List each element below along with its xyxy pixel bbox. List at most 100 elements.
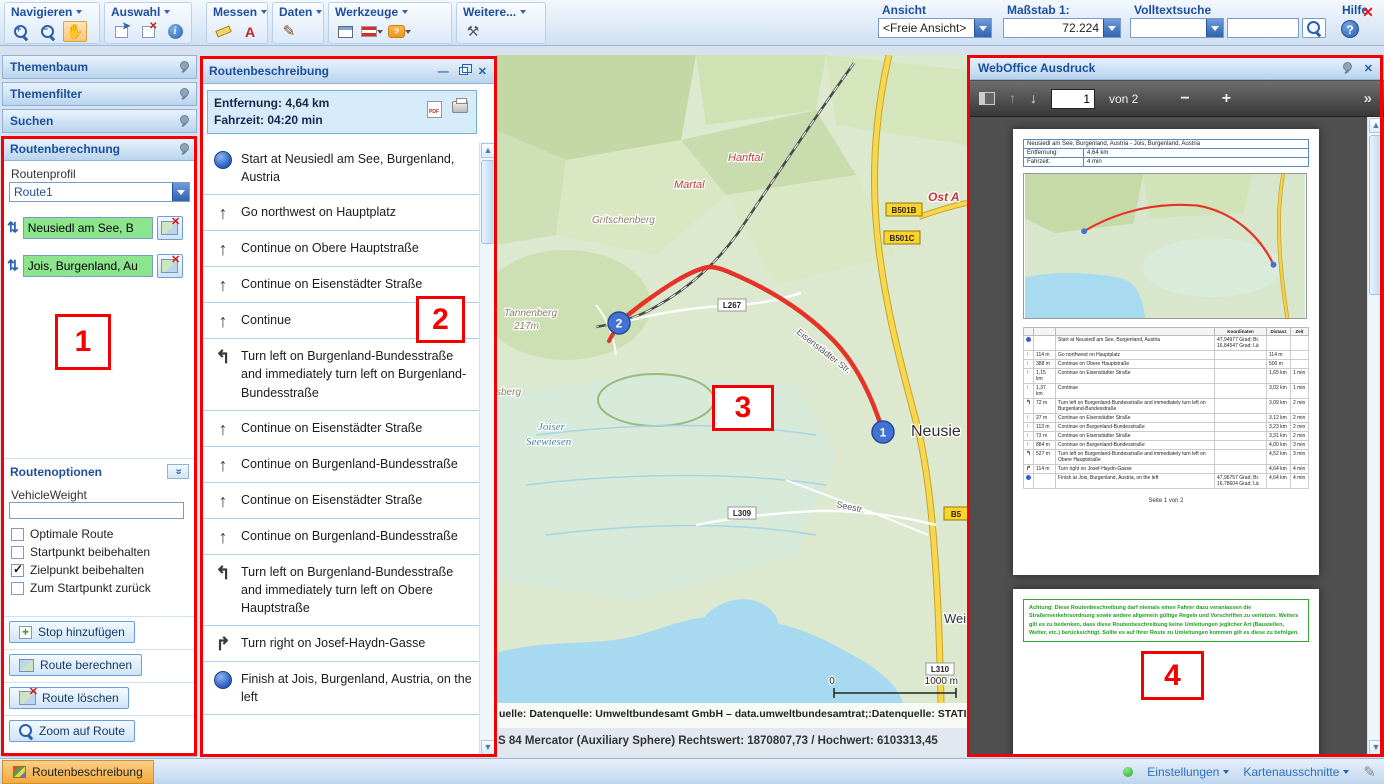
route-step[interactable]: ↑ Continue on Burgenland-Bundesstraße [201, 447, 481, 483]
sidebar-panel-themenbaum[interactable]: Themenbaum [2, 55, 197, 79]
checkbox-unchecked-icon[interactable] [11, 582, 24, 595]
next-page-icon[interactable] [1030, 90, 1037, 108]
volltextsuche-select[interactable] [1130, 18, 1224, 38]
route-marker-1[interactable]: 1 [872, 421, 894, 443]
print-icon[interactable] [452, 101, 468, 113]
pan-button[interactable] [63, 21, 87, 42]
pin-icon[interactable] [178, 115, 189, 127]
zoom-in-button[interactable]: + [9, 21, 33, 42]
measure-button[interactable] [211, 21, 235, 42]
group-label-werkzeuge[interactable]: Werkzeuge [329, 3, 451, 21]
vehicleweight-input[interactable] [9, 502, 184, 519]
edit-data-button[interactable] [277, 21, 301, 42]
route-step[interactable]: ↑ Continue on Obere Hauptstraße [201, 231, 481, 267]
reorder-stops-icon[interactable] [7, 219, 19, 237]
routenprofil-select[interactable]: Route1 [9, 182, 190, 202]
tools-button[interactable] [461, 21, 485, 42]
route-step[interactable]: Start at Neusiedl am See, Burgenland, Au… [201, 142, 481, 195]
option-startpunkt-beibehalten[interactable]: Startpunkt beibehalten [11, 545, 150, 559]
route-start-input[interactable] [23, 217, 153, 239]
route-step[interactable]: ↑ Continue on Burgenland-Bundesstraße [201, 519, 481, 555]
pin-icon[interactable] [178, 88, 189, 100]
option-zielpunkt-beibehalten[interactable]: Zielpunkt beibehalten [11, 563, 144, 577]
zoom-out-page-icon[interactable]: − [1180, 91, 1189, 107]
route-step[interactable]: ↑ Go northwest on Hauptplatz [201, 195, 481, 231]
group-label-navigieren[interactable]: Navigieren [5, 3, 99, 21]
feedback-button[interactable] [387, 21, 412, 42]
identify-button[interactable] [163, 21, 187, 42]
route-step[interactable]: Finish at Jois, Burgenland, Austria, on … [201, 662, 481, 715]
sidebar-panel-themenfilter[interactable]: Themenfilter [2, 82, 197, 106]
route-loeschen-button[interactable]: Route löschen [9, 687, 129, 709]
group-label-messen[interactable]: Messen [207, 3, 267, 21]
route-steps-scrollbar[interactable]: ▲ ▼ [479, 142, 495, 756]
route-step[interactable]: ↰ Turn left on Burgenland-Bundesstraße a… [201, 339, 481, 410]
sidebar-panel-routenberechnung[interactable]: Routenberechnung [2, 137, 197, 161]
minimize-icon[interactable] [438, 64, 449, 78]
routenbeschreibung-header[interactable]: Routenbeschreibung [201, 58, 495, 84]
ausdruck-header[interactable]: WebOffice Ausdruck [967, 55, 1384, 80]
annotate-button[interactable] [238, 21, 262, 42]
map-canvas[interactable]: B501B B501C L267 L309 B5 L310 H [496, 55, 967, 703]
route-marker-2[interactable]: 2 [608, 312, 630, 334]
massstab-select[interactable]: 72.224 [1003, 18, 1121, 38]
option-zum-startpunkt-zurueck[interactable]: Zum Startpunkt zurück [11, 581, 151, 595]
volltextsuche-input[interactable] [1227, 18, 1299, 38]
restore-window-icon[interactable] [459, 67, 468, 75]
edit-icon[interactable] [1363, 763, 1376, 782]
search-button[interactable] [1302, 18, 1326, 38]
reorder-stops-icon[interactable] [7, 257, 19, 275]
option-optimale-route[interactable]: Optimale Route [11, 527, 113, 541]
dropdown-arrow-icon[interactable] [172, 183, 189, 201]
zoom-in-page-icon[interactable]: + [1222, 91, 1231, 107]
pin-icon[interactable] [178, 61, 189, 73]
pin-icon[interactable] [178, 143, 189, 155]
route-step[interactable]: ↑ Continue on Eisenstädter Straße [201, 483, 481, 519]
collapse-options-button[interactable] [167, 464, 189, 479]
dropdown-arrow-icon[interactable] [1206, 19, 1223, 37]
pdf-scrollbar[interactable]: ▲ ▼ [1367, 117, 1383, 756]
close-icon[interactable] [478, 64, 487, 78]
export-pdf-icon[interactable] [427, 101, 442, 118]
close-icon[interactable] [1364, 61, 1373, 75]
close-toolbar-button[interactable] [1356, 2, 1380, 23]
zoom-auf-route-button[interactable]: Zoom auf Route [9, 720, 135, 742]
remove-start-button[interactable] [157, 216, 183, 240]
stop-hinzufuegen-button[interactable]: Stop hinzufügen [9, 621, 135, 643]
scroll-up-icon[interactable]: ▲ [481, 143, 495, 158]
scroll-down-icon[interactable]: ▼ [481, 740, 495, 755]
more-tools-icon[interactable] [1364, 90, 1372, 108]
route-berechnen-button[interactable]: Route berechnen [9, 654, 142, 676]
dropdown-arrow-icon[interactable] [974, 19, 991, 37]
scroll-up-icon[interactable]: ▲ [1369, 118, 1383, 133]
language-button[interactable] [360, 21, 384, 42]
clear-selection-button[interactable]: ✕ [136, 21, 160, 42]
checkbox-unchecked-icon[interactable] [11, 528, 24, 541]
group-label-daten[interactable]: Daten [273, 3, 323, 21]
select-button[interactable]: ➤ [109, 21, 133, 42]
zoom-out-button[interactable]: − [36, 21, 60, 42]
route-step[interactable]: ↑ Continue on Eisenstädter Straße [201, 411, 481, 447]
route-step[interactable]: ↰ Turn left on Burgenland-Bundesstraße a… [201, 555, 481, 626]
group-label-weitere[interactable]: Weitere... [457, 3, 545, 21]
page-number-input[interactable] [1051, 89, 1095, 109]
checkbox-checked-icon[interactable] [11, 564, 24, 577]
pin-icon[interactable] [1341, 62, 1352, 74]
group-label-auswahl[interactable]: Auswahl [105, 3, 191, 21]
sidebar-panel-suchen[interactable]: Suchen [2, 109, 197, 133]
ansicht-select[interactable]: <Freie Ansicht> [878, 18, 992, 38]
scrollbar-thumb[interactable] [481, 160, 495, 244]
toggle-sidebar-icon[interactable] [979, 92, 995, 105]
scroll-down-icon[interactable]: ▼ [1369, 740, 1383, 755]
previous-page-icon[interactable] [1009, 90, 1016, 108]
checkbox-unchecked-icon[interactable] [11, 546, 24, 559]
routenbeschreibung-taskbar-tab[interactable]: Routenbeschreibung [2, 760, 154, 784]
print-tool-button[interactable] [333, 21, 357, 42]
route-ziel-input[interactable] [23, 255, 153, 277]
scrollbar-thumb[interactable] [1369, 135, 1383, 295]
route-step[interactable]: ↱ Turn right on Josef-Haydn-Gasse [201, 626, 481, 662]
remove-ziel-button[interactable] [157, 254, 183, 278]
einstellungen-menu[interactable]: Einstellungen [1147, 765, 1229, 779]
kartenausschnitte-menu[interactable]: Kartenausschnitte [1243, 765, 1349, 779]
dropdown-arrow-icon[interactable] [1103, 19, 1120, 37]
